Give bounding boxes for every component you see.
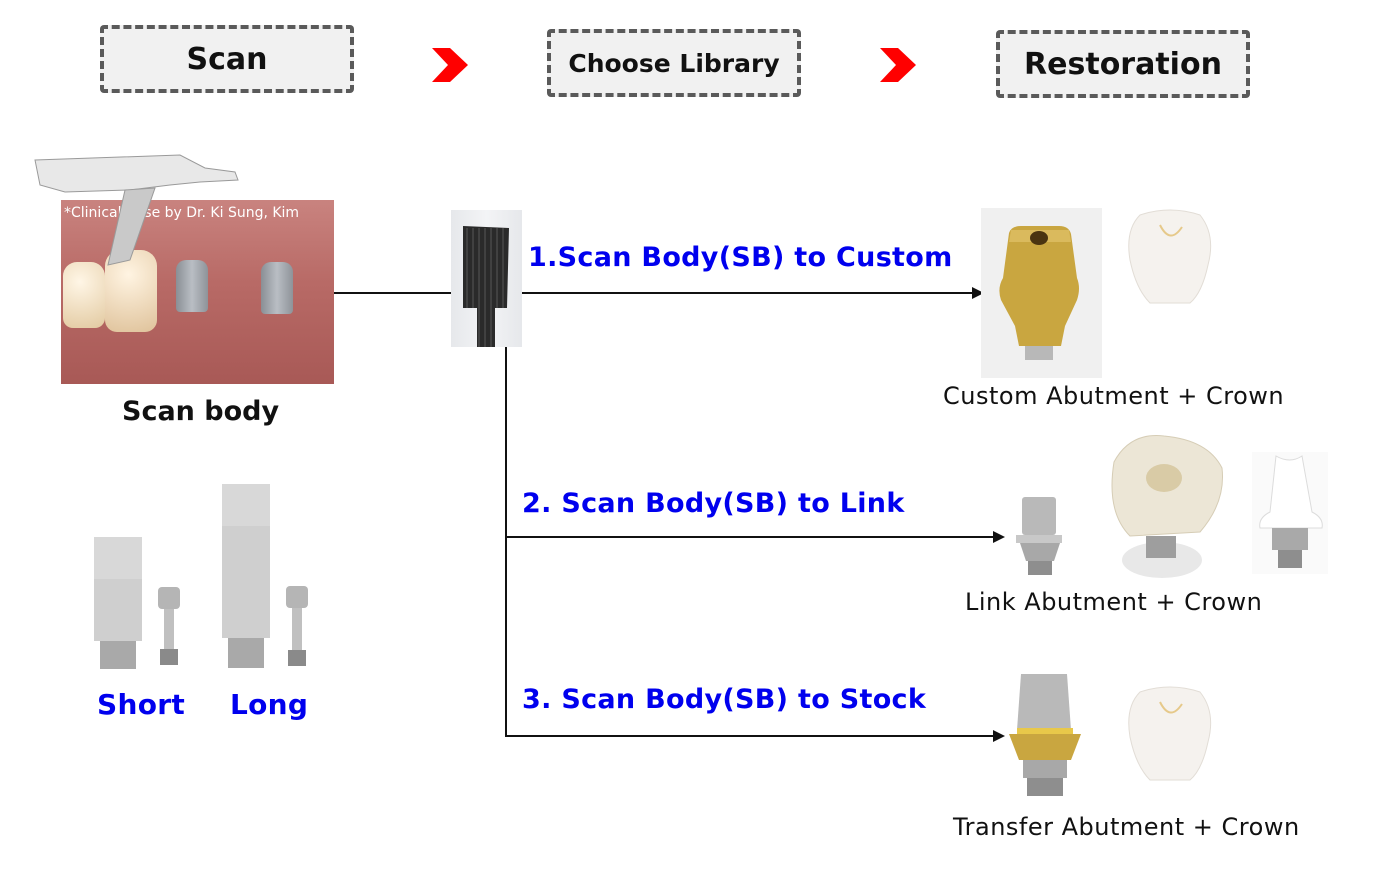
variant-short-label: Short bbox=[97, 688, 186, 721]
crown-image bbox=[1128, 209, 1212, 304]
connector-photo-to-library bbox=[334, 292, 452, 294]
path-2-label: 2. Scan Body(SB) to Link bbox=[522, 488, 905, 519]
path-1-result-caption: Custom Abutment + Crown bbox=[943, 382, 1285, 410]
arrowhead-icon bbox=[993, 531, 1005, 543]
zirconia-link-abutment-image bbox=[1252, 452, 1328, 574]
scan-body-title: Scan body bbox=[122, 396, 280, 427]
arrowhead-icon bbox=[993, 730, 1005, 742]
path-1-label: 1.Scan Body(SB) to Custom bbox=[528, 242, 953, 273]
intraoral-scanner-icon bbox=[34, 154, 239, 266]
scan-body-library-image bbox=[451, 210, 522, 347]
step-scan-label: Scan bbox=[186, 41, 268, 77]
path-2-result-caption: Link Abutment + Crown bbox=[965, 588, 1263, 616]
scan-body-post bbox=[261, 262, 293, 314]
mesh-scan-body-icon bbox=[463, 226, 509, 347]
transfer-abutment-image bbox=[1009, 674, 1081, 796]
short-scan-body-image bbox=[94, 537, 180, 669]
custom-abutment-image bbox=[981, 208, 1102, 378]
path-3-label: 3. Scan Body(SB) to Stock bbox=[522, 684, 927, 715]
variant-long-label: Long bbox=[230, 688, 309, 721]
link-crown-image bbox=[1111, 435, 1224, 578]
link-abutment-image bbox=[1016, 497, 1062, 575]
step-restoration: Restoration bbox=[996, 30, 1250, 98]
step-scan: Scan bbox=[100, 25, 354, 93]
connector-vertical-trunk bbox=[505, 347, 507, 737]
crown-image bbox=[1128, 686, 1212, 781]
step-choose-library: Choose Library bbox=[547, 29, 801, 97]
step-restoration-label: Restoration bbox=[1024, 46, 1222, 82]
chevron-right-icon bbox=[880, 48, 916, 82]
chevron-right-icon bbox=[432, 48, 468, 82]
step-choose-library-label: Choose Library bbox=[568, 48, 780, 78]
connector-path-3 bbox=[505, 735, 995, 737]
natural-tooth bbox=[63, 262, 105, 328]
long-scan-body-image bbox=[222, 484, 308, 668]
path-3-result-caption: Transfer Abutment + Crown bbox=[953, 813, 1300, 841]
connector-path-1 bbox=[522, 292, 982, 294]
connector-path-2 bbox=[505, 536, 995, 538]
